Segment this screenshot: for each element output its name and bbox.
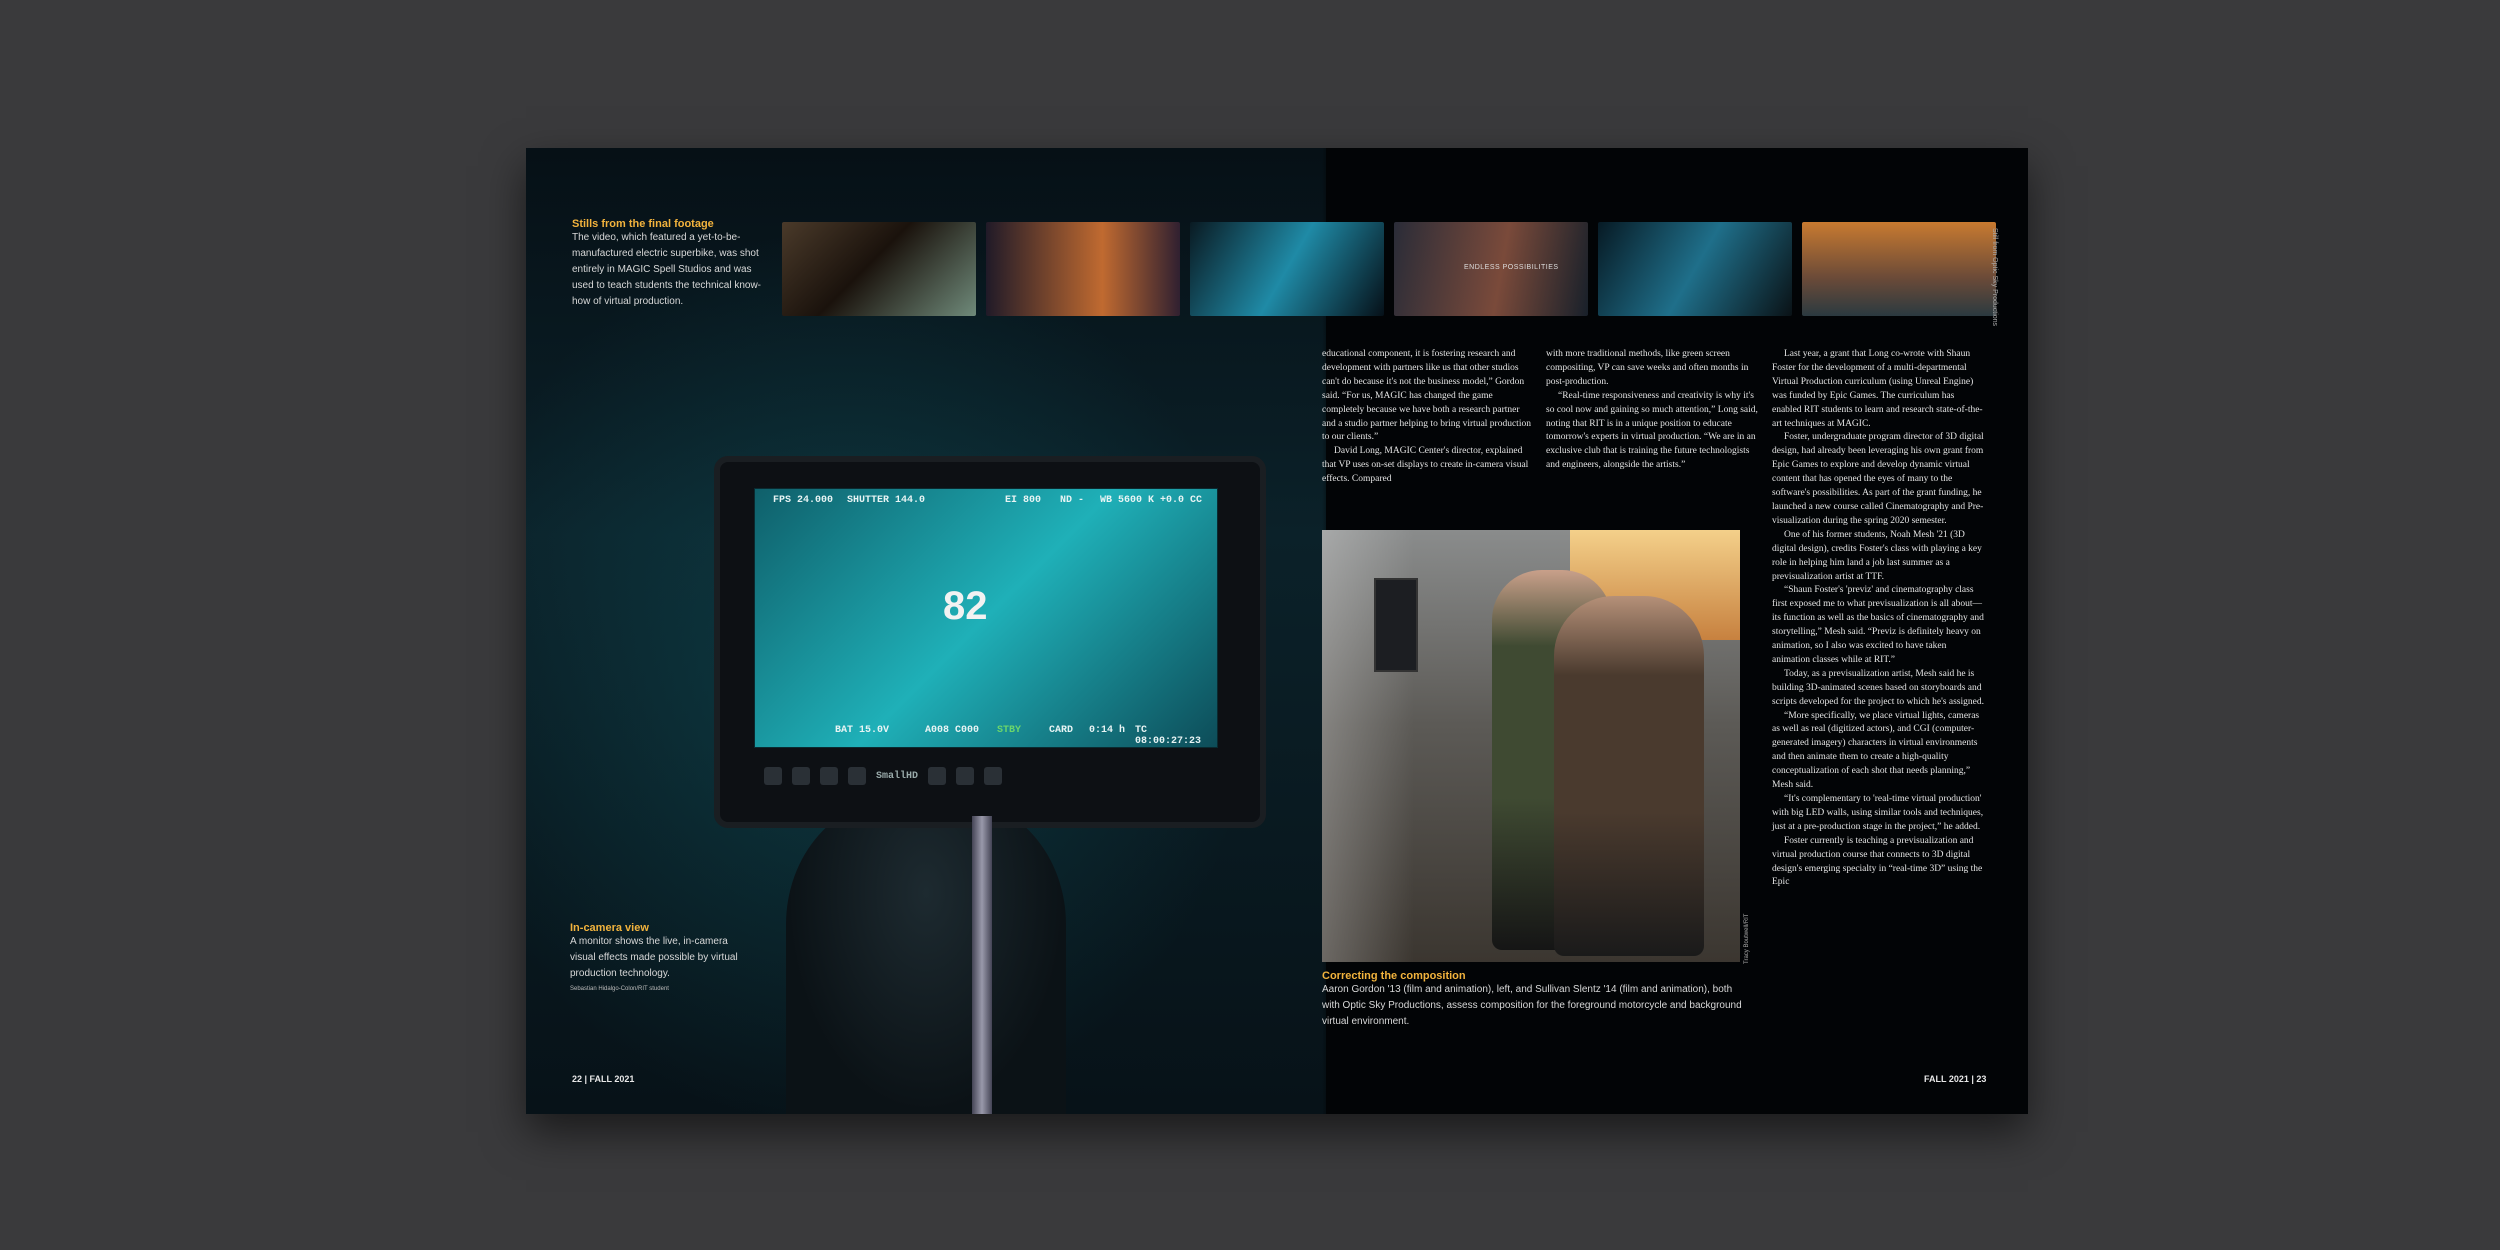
article-paragraph: educational component, it is fostering r… [1322, 349, 1531, 443]
article-paragraph: with more traditional methods, like gree… [1546, 349, 1749, 387]
article-paragraph: Foster, undergraduate program director o… [1772, 432, 1984, 526]
studio-monitor [1374, 578, 1418, 672]
camera-caption: In-camera view A monitor shows the live,… [570, 922, 750, 992]
studio-caption-body: Aaron Gordon '13 (film and animation), l… [1322, 984, 1742, 1027]
rig-handle [972, 816, 992, 1114]
magazine-spread: FPS 24.000 SHUTTER 144.0 EI 800 ND - WB … [526, 148, 2028, 1114]
stills-filmstrip: ENDLESS POSSIBILITIES [782, 222, 1996, 316]
monitor-button [764, 767, 782, 785]
monitor-screen: FPS 24.000 SHUTTER 144.0 EI 800 ND - WB … [754, 488, 1218, 748]
article-column-2: with more traditional methods, like gree… [1546, 348, 1758, 473]
monitor-button [792, 767, 810, 785]
camera-caption-body: A monitor shows the live, in-camera visu… [570, 936, 738, 979]
still-frame: ENDLESS POSSIBILITIES [1394, 222, 1588, 316]
article-paragraph: “It's complementary to 'real-time virtua… [1772, 794, 1984, 832]
monitor-button [820, 767, 838, 785]
monitor-brand: SmallHD [876, 770, 919, 782]
article-paragraph: “Real-time responsiveness and creativity… [1546, 390, 1758, 471]
article-column-1: educational component, it is fostering r… [1322, 348, 1534, 487]
field-monitor: FPS 24.000 SHUTTER 144.0 EI 800 ND - WB … [714, 456, 1266, 828]
osd-battery: BAT 15.0V [835, 725, 890, 736]
monitor-button [984, 767, 1003, 785]
osd-remaining: 0:14 h [1089, 725, 1126, 736]
operator-silhouette [786, 798, 1066, 1114]
article-paragraph: One of his former students, Noah Mesh '2… [1772, 529, 1982, 582]
article-paragraph: Foster currently is teaching a previsual… [1772, 835, 1983, 888]
studio-photo [1322, 530, 1740, 962]
monitor-button [928, 767, 947, 785]
osd-ei: EI 800 [1005, 495, 1042, 506]
osd-timecode: TC 08:00:27:23 [1135, 725, 1202, 747]
osd-fps: FPS 24.000 [773, 495, 834, 506]
person-seated [1554, 596, 1704, 956]
osd-standby: STBY [997, 725, 1022, 736]
osd-clip: A008 C000 [925, 725, 980, 736]
osd-nd: ND - [1060, 495, 1085, 506]
stills-credit: Still from Optic Sky Productions [1991, 228, 1998, 327]
folio-right: FALL 2021 | 23 [1924, 1074, 1987, 1084]
still-frame [782, 222, 976, 316]
studio-photo-caption: Correcting the composition Aaron Gordon … [1322, 970, 1742, 1030]
monitor-control-bar: SmallHD [754, 756, 1226, 796]
still-frame [1802, 222, 1996, 316]
osd-card: CARD [1049, 725, 1074, 736]
bike-number: 82 [943, 584, 988, 628]
article-paragraph: “More specifically, we place virtual lig… [1772, 710, 1980, 791]
article-paragraph: Last year, a grant that Long co-wrote wi… [1772, 349, 1983, 429]
article-paragraph: Today, as a previsualization artist, Mes… [1772, 668, 1984, 707]
stills-caption: Stills from the final footage The video,… [572, 218, 764, 310]
article-paragraph: “Shaun Foster's 'previz' and cinematogra… [1772, 585, 1984, 665]
still-overlay-text: ENDLESS POSSIBILITIES [1464, 264, 1559, 271]
studio-caption-title: Correcting the composition [1322, 970, 1466, 982]
osd-shutter: SHUTTER 144.0 [847, 495, 926, 506]
osd-wb: WB 5600 K +0.0 CC [1100, 495, 1203, 506]
folio-left: 22 | FALL 2021 [572, 1074, 635, 1084]
still-frame [986, 222, 1180, 316]
still-frame [1598, 222, 1792, 316]
camera-photo-credit: Sebastian Hidalgo-Colon/RIT student [570, 986, 669, 992]
studio-photo-credit: Tracy Boutwell/RIT [1744, 913, 1750, 964]
monitor-button [956, 767, 975, 785]
stills-caption-body: The video, which featured a yet-to-be-ma… [572, 232, 762, 307]
monitor-button [848, 767, 866, 785]
still-frame [1190, 222, 1384, 316]
article-paragraph: David Long, MAGIC Center's director, exp… [1322, 446, 1529, 485]
article-column-3: Last year, a grant that Long co-wrote wi… [1772, 348, 1984, 890]
camera-caption-title: In-camera view [570, 922, 649, 934]
stills-caption-title: Stills from the final footage [572, 218, 714, 230]
